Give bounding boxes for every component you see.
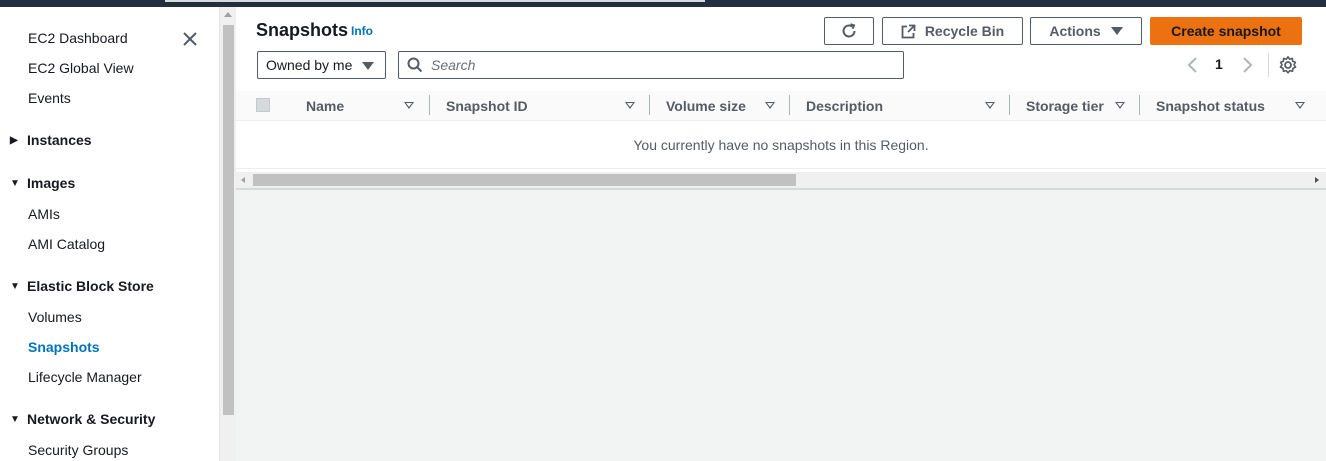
refresh-icon xyxy=(842,23,856,38)
sort-icon xyxy=(625,102,635,109)
caret-down-icon: ▼ xyxy=(10,280,20,292)
search-input[interactable] xyxy=(431,57,871,73)
scrollbar-thumb[interactable] xyxy=(253,174,796,186)
column-divider[interactable] xyxy=(429,95,430,115)
owner-filter-select[interactable]: Owned by me xyxy=(257,51,386,79)
caret-down-icon: ▼ xyxy=(10,177,20,189)
column-header-label: Name xyxy=(306,98,345,114)
top-navigation-bar xyxy=(0,0,1326,7)
gear-icon[interactable] xyxy=(1278,55,1298,75)
column-header-label: Description xyxy=(806,98,884,114)
sidebar-item-amis[interactable]: AMIs xyxy=(28,206,60,222)
column-header-label: Storage tier xyxy=(1026,98,1104,114)
refresh-button[interactable] xyxy=(824,17,874,45)
sidebar: EC2 Dashboard EC2 Global View Events ▶ I… xyxy=(0,7,219,461)
sidebar-section-label: Images xyxy=(27,175,76,191)
sort-icon xyxy=(1295,102,1305,109)
scroll-left-icon[interactable] xyxy=(241,177,245,183)
snapshots-table-panel: Snapshots Info Recycle Bin Actions Creat… xyxy=(236,7,1326,190)
create-snapshot-button[interactable]: Create snapshot xyxy=(1150,17,1302,45)
sidebar-section-network-security[interactable]: ▼ Network & Security xyxy=(10,411,155,427)
column-header-label: Snapshot ID xyxy=(446,98,528,114)
column-header-storage-tier[interactable]: Storage tier xyxy=(1026,91,1126,121)
actions-label: Actions xyxy=(1049,23,1101,39)
empty-state-message: You currently have no snapshots in this … xyxy=(236,121,1326,169)
scroll-up-icon[interactable] xyxy=(224,12,232,17)
caret-right-icon: ▶ xyxy=(10,134,18,146)
sidebar-section-label: Instances xyxy=(27,132,92,148)
sort-icon xyxy=(1115,102,1125,109)
column-divider[interactable] xyxy=(789,95,790,115)
sidebar-item-security-groups[interactable]: Security Groups xyxy=(28,442,128,458)
chevron-right-icon[interactable] xyxy=(1240,56,1254,74)
scroll-right-icon[interactable] xyxy=(1315,177,1319,183)
table-header: Name Snapshot ID Volume size Description… xyxy=(236,91,1326,121)
sidebar-item-lifecycle-manager[interactable]: Lifecycle Manager xyxy=(28,369,142,385)
search-icon xyxy=(407,57,423,73)
sidebar-item-ec2-dashboard[interactable]: EC2 Dashboard xyxy=(28,30,128,46)
external-link-icon xyxy=(901,24,916,38)
sidebar-section-images[interactable]: ▼ Images xyxy=(10,175,75,191)
close-icon[interactable] xyxy=(180,29,200,49)
sidebar-item-volumes[interactable]: Volumes xyxy=(28,309,82,325)
column-header-name[interactable]: Name xyxy=(306,91,420,121)
sidebar-item-snapshots[interactable]: Snapshots xyxy=(28,339,100,355)
sort-icon xyxy=(404,102,414,109)
info-link[interactable]: Info xyxy=(351,24,373,38)
chevron-left-icon[interactable] xyxy=(1186,56,1200,74)
column-header-label: Volume size xyxy=(666,98,746,114)
pagination-divider xyxy=(1268,53,1269,77)
page-title: Snapshots xyxy=(256,20,349,40)
recycle-bin-label: Recycle Bin xyxy=(924,23,1005,39)
select-all-checkbox[interactable] xyxy=(256,98,270,112)
current-page-number[interactable]: 1 xyxy=(1215,56,1223,72)
sidebar-section-elastic-block-store[interactable]: ▼ Elastic Block Store xyxy=(10,278,154,294)
search-box[interactable] xyxy=(398,51,904,79)
sidebar-item-ec2-global-view[interactable]: EC2 Global View xyxy=(28,60,134,76)
owner-filter-value: Owned by me xyxy=(266,57,353,73)
sidebar-section-instances[interactable]: ▶ Instances xyxy=(10,132,92,148)
sort-icon xyxy=(985,102,995,109)
main-content: Snapshots Info Recycle Bin Actions Creat… xyxy=(236,7,1326,461)
column-header-snapshot-status[interactable]: Snapshot status xyxy=(1156,91,1308,121)
column-header-description[interactable]: Description xyxy=(806,91,996,121)
sidebar-section-label: Elastic Block Store xyxy=(27,278,154,294)
sidebar-scrollbar[interactable] xyxy=(219,7,236,461)
sidebar-item-ami-catalog[interactable]: AMI Catalog xyxy=(28,236,105,252)
column-divider[interactable] xyxy=(649,95,650,115)
actions-dropdown[interactable]: Actions xyxy=(1030,17,1142,45)
column-header-snapshot-id[interactable]: Snapshot ID xyxy=(446,91,636,121)
sort-icon xyxy=(765,102,775,109)
column-divider[interactable] xyxy=(1139,95,1140,115)
caret-down-icon: ▼ xyxy=(10,413,20,425)
column-header-volume-size[interactable]: Volume size xyxy=(666,91,778,121)
column-divider[interactable] xyxy=(1009,95,1010,115)
sidebar-section-label: Network & Security xyxy=(27,411,156,427)
caret-down-icon xyxy=(1110,27,1123,35)
table-horizontal-scrollbar[interactable] xyxy=(236,172,1326,188)
sidebar-item-events[interactable]: Events xyxy=(28,90,71,106)
recycle-bin-button[interactable]: Recycle Bin xyxy=(882,17,1023,45)
caret-down-icon xyxy=(362,62,374,70)
global-search-strip[interactable] xyxy=(165,0,705,2)
scrollbar-thumb[interactable] xyxy=(223,25,234,415)
column-header-label: Snapshot status xyxy=(1156,98,1265,114)
